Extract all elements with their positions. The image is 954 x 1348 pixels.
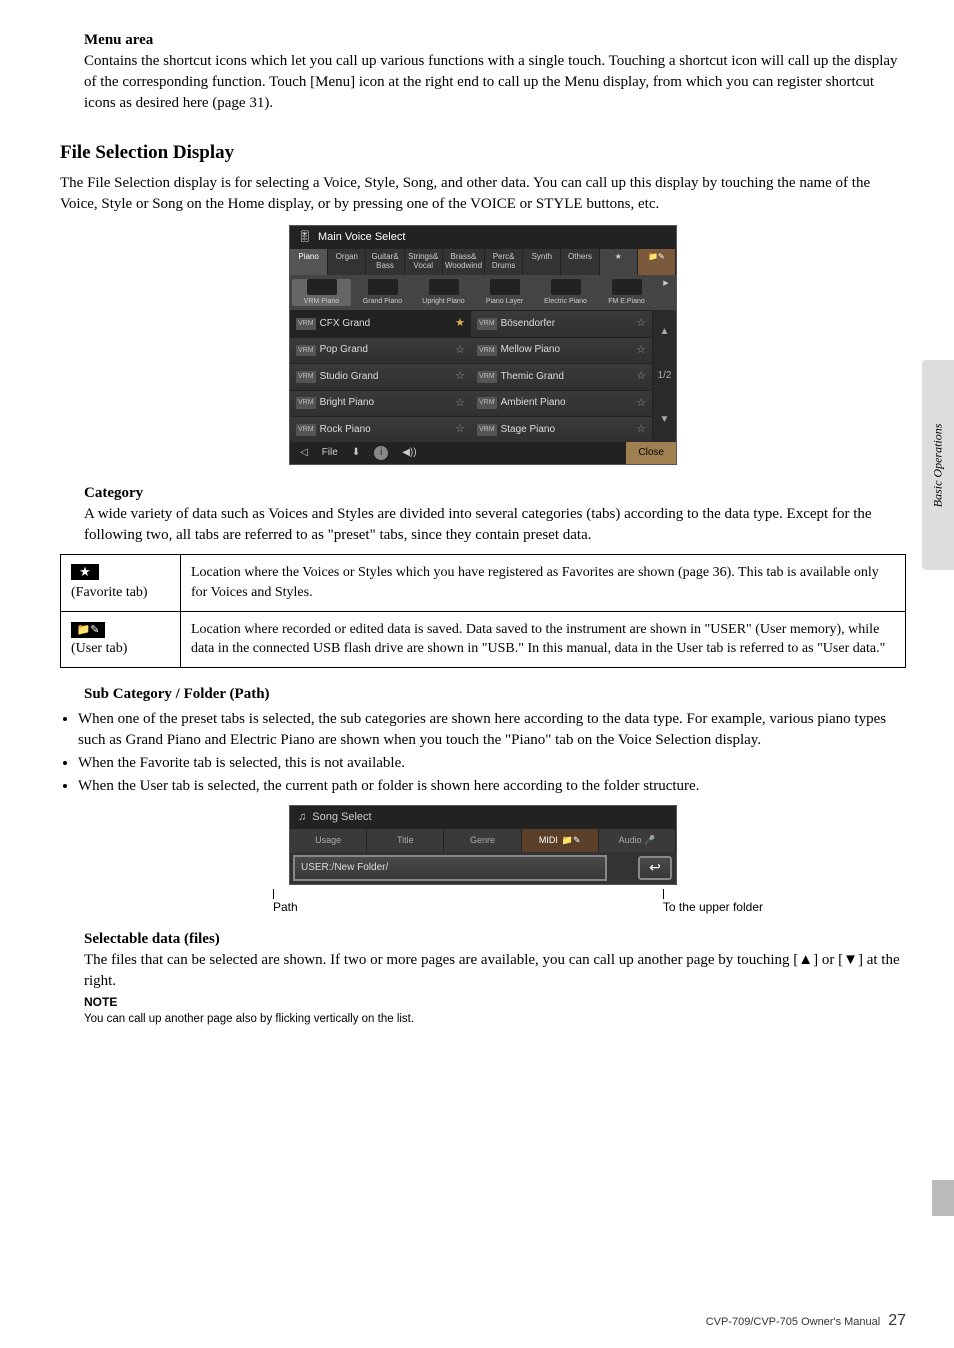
tab-usage[interactable]: Usage [290, 829, 367, 852]
tab-others[interactable]: Others [561, 249, 599, 275]
list-item[interactable]: VRMMellow Piano☆ [471, 337, 652, 363]
list-item[interactable]: VRMRock Piano☆ [290, 416, 471, 442]
list-item[interactable]: VRMThemic Grand☆ [471, 363, 652, 389]
note-label: NOTE [84, 994, 906, 1011]
footer-manual-name: CVP-709/CVP-705 Owner's Manual [706, 1315, 881, 1330]
main-voice-title: Main Voice Select [318, 230, 405, 245]
subcategory-bullet: When one of the preset tabs is selected,… [78, 709, 906, 751]
star-icon[interactable]: ★ [455, 316, 465, 331]
category-text: A wide variety of data such as Voices an… [84, 504, 906, 546]
note-text: You can call up another page also by fli… [84, 1011, 906, 1027]
file-selection-heading: File Selection Display [60, 140, 906, 167]
menu-area-text: Contains the shortcut icons which let yo… [84, 51, 906, 114]
user-tab-label: (User tab) [71, 641, 127, 656]
star-icon[interactable]: ☆ [636, 396, 646, 411]
star-icon[interactable]: ☆ [455, 422, 465, 437]
subcategory-bullet: When the Favorite tab is selected, this … [78, 753, 906, 774]
subcategory-bullet: When the User tab is selected, the curre… [78, 776, 906, 797]
tab-organ[interactable]: Organ [328, 249, 366, 275]
subcat-next[interactable]: ▶ [658, 279, 674, 307]
subcat-upright-piano[interactable]: Upright Piano [414, 279, 473, 307]
list-item[interactable]: VRMAmbient Piano☆ [471, 390, 652, 416]
tab-genre[interactable]: Genre [444, 829, 521, 852]
info-icon[interactable]: i [374, 446, 388, 460]
tab-audio[interactable]: Audio 🎤 [599, 829, 676, 852]
tab-guitar-bass[interactable]: Guitar& Bass [366, 249, 404, 275]
side-tab-basic-operations: Basic Operations [922, 360, 954, 570]
category-heading: Category [84, 483, 906, 504]
tab-perc-drums[interactable]: Perc& Drums [485, 249, 523, 275]
voice-icon: 🎚 [298, 230, 312, 245]
favorite-tab-icon: ★ [71, 564, 99, 580]
subcat-electric-piano[interactable]: Electric Piano [536, 279, 595, 307]
tab-piano[interactable]: Piano [290, 249, 328, 275]
mic-icon: 🎤 [644, 835, 655, 845]
file-selection-intro: The File Selection display is for select… [60, 173, 906, 215]
subcat-grand-piano[interactable]: Grand Piano [353, 279, 412, 307]
song-select-title: Song Select [312, 810, 371, 825]
selectable-heading: Selectable data (files) [84, 929, 906, 950]
menu-area-heading: Menu area [84, 30, 906, 51]
tab-strings-vocal[interactable]: Strings& Vocal [405, 249, 443, 275]
upper-folder-label: To the upper folder [663, 900, 763, 914]
star-icon[interactable]: ☆ [455, 369, 465, 384]
song-select-screenshot: ♫ Song Select Usage Title Genre MIDI📁✎ A… [289, 805, 677, 885]
page-down-icon[interactable]: ▼ [660, 413, 670, 427]
file-label[interactable]: File [322, 446, 338, 460]
subcategory-heading: Sub Category / Folder (Path) [84, 684, 906, 705]
page-edge-stripe [932, 1180, 954, 1216]
tab-brass-woodwind[interactable]: Brass& Woodwind [443, 249, 485, 275]
star-icon[interactable]: ☆ [636, 369, 646, 384]
path-label: Path [273, 900, 298, 914]
page-up-icon[interactable]: ▲ [660, 325, 670, 339]
table-row: 📁✎ (User tab) Location where recorded or… [61, 611, 906, 667]
favorite-tab-label: (Favorite tab) [71, 585, 148, 600]
page-indicator: 1/2 [658, 369, 672, 383]
tab-title[interactable]: Title [367, 829, 444, 852]
subcat-vrm-piano[interactable]: VRM Piano [292, 279, 351, 307]
star-icon[interactable]: ☆ [636, 316, 646, 331]
up-folder-button[interactable]: ↩ [638, 856, 672, 880]
sound-icon[interactable]: ◀)) [402, 446, 416, 460]
user-tab-icon: 📁✎ [71, 622, 105, 638]
subcat-fm-epiano[interactable]: FM E.Piano [597, 279, 656, 307]
main-voice-select-screenshot: 🎚 Main Voice Select Piano Organ Guitar& … [289, 225, 677, 466]
path-display: USER:/New Folder/ [293, 855, 607, 881]
star-icon[interactable]: ☆ [455, 343, 465, 358]
tab-midi[interactable]: MIDI📁✎ [522, 829, 599, 852]
close-button[interactable]: Close [626, 442, 676, 464]
list-item[interactable]: VRMBright Piano☆ [290, 390, 471, 416]
user-tab-desc: Location where recorded or edited data i… [181, 611, 906, 667]
note-icon: ♫ [298, 810, 306, 825]
page-number: 27 [888, 1310, 906, 1332]
list-item[interactable]: VRMPop Grand☆ [290, 337, 471, 363]
download-icon[interactable]: ⬇ [352, 446, 360, 460]
star-icon[interactable]: ☆ [636, 422, 646, 437]
star-icon[interactable]: ☆ [455, 396, 465, 411]
list-item[interactable]: VRMStudio Grand☆ [290, 363, 471, 389]
tab-favorite[interactable]: ★ [600, 249, 638, 275]
star-icon[interactable]: ☆ [636, 343, 646, 358]
tab-user[interactable]: 📁✎ [638, 249, 676, 275]
folder-edit-icon: 📁✎ [562, 834, 581, 847]
selectable-text: The files that can be selected are shown… [84, 950, 906, 992]
category-table: ★ (Favorite tab) Location where the Voic… [60, 554, 906, 667]
tab-synth[interactable]: Synth [523, 249, 561, 275]
list-item[interactable]: VRMBösendorfer☆ [471, 310, 652, 336]
subcat-piano-layer[interactable]: Piano Layer [475, 279, 534, 307]
list-item[interactable]: VRMStage Piano☆ [471, 416, 652, 442]
table-row: ★ (Favorite tab) Location where the Voic… [61, 555, 906, 611]
list-item[interactable]: VRMCFX Grand★ [290, 310, 471, 336]
favorite-tab-desc: Location where the Voices or Styles whic… [181, 555, 906, 611]
